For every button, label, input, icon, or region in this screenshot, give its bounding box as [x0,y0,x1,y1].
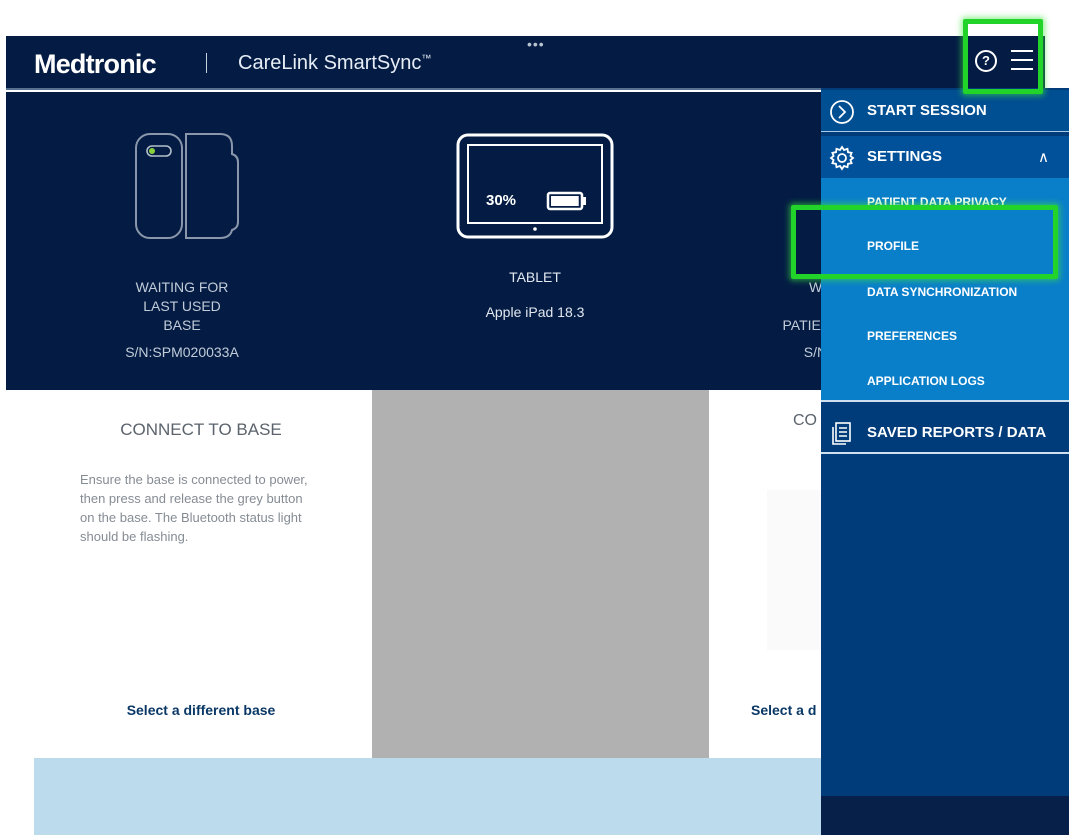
highlight-menu-button [963,19,1043,94]
submenu-application-logs[interactable]: APPLICATION LOGS [867,374,985,388]
tablet-model: Apple iPad 18.3 [485,304,585,320]
trademark-symbol: ™ [421,53,432,65]
highlight-profile-item [791,205,1058,279]
connect-patient-panel: CO Select a d [709,390,821,758]
select-different-base-link[interactable]: Select a different base [6,702,396,718]
header-divider [206,53,207,73]
base-status: WAITING FOR LAST USED BASE S/N:SPM020033… [82,278,282,362]
app-screen: Medtronic CareLink SmartSync™ ••• ? 30% … [0,0,1077,835]
base-status-line: LAST USED [143,298,221,314]
tablet-battery-percent: 30% [486,192,517,209]
app-title-text: CareLink SmartSync [238,52,422,74]
play-circle-icon [830,100,854,124]
app-title: CareLink SmartSync™ [238,52,431,75]
tablet-label: TABLET [509,269,561,285]
menu-start-session[interactable]: START SESSION [821,90,1069,132]
medtronic-logo: Medtronic [34,49,157,79]
connect-base-instructions: Ensure the base is connected to power, t… [80,472,308,544]
footer-band [34,758,822,835]
tablet-panel-placeholder [372,390,709,758]
base-device-icon [135,133,239,239]
app-header: Medtronic CareLink SmartSync™ ••• ? [6,36,1045,90]
saved-reports-label: SAVED REPORTS / DATA [867,424,1047,441]
more-options-dots[interactable]: ••• [527,36,545,52]
document-icon [832,422,851,445]
menu-footer [821,796,1069,835]
battery-level-fill [551,196,579,206]
tablet-status: TABLET Apple iPad 18.3 [435,268,635,322]
menu-settings[interactable]: SETTINGS ∧ [821,136,1069,178]
connect-base-title: CONNECT TO BASE [120,420,282,439]
base-status-line: WAITING FOR [135,279,229,295]
menu-divider [821,400,1069,402]
start-session-label: START SESSION [867,102,987,119]
base-serial-number: S/N:SPM020033A [125,344,239,360]
settings-label: SETTINGS [867,148,943,165]
patient-image-placeholder [767,490,821,650]
gear-icon [829,145,855,171]
menu-saved-reports[interactable]: SAVED REPORTS / DATA [821,412,1069,454]
side-menu: START SESSION SETTINGS ∧ PATIENT DATA PR… [821,88,1069,835]
select-different-device-link[interactable]: Select a d [751,702,816,718]
connect-patient-title: CO [793,412,817,429]
connect-base-panel: CONNECT TO BASE Ensure the base is conne… [6,390,372,758]
tablet-icon [456,133,614,239]
submenu-data-synchronization[interactable]: DATA SYNCHRONIZATION [867,285,1017,299]
base-status-line: BASE [163,317,201,333]
chevron-up-icon[interactable]: ∧ [1038,148,1049,166]
submenu-preferences[interactable]: PREFERENCES [867,329,957,343]
